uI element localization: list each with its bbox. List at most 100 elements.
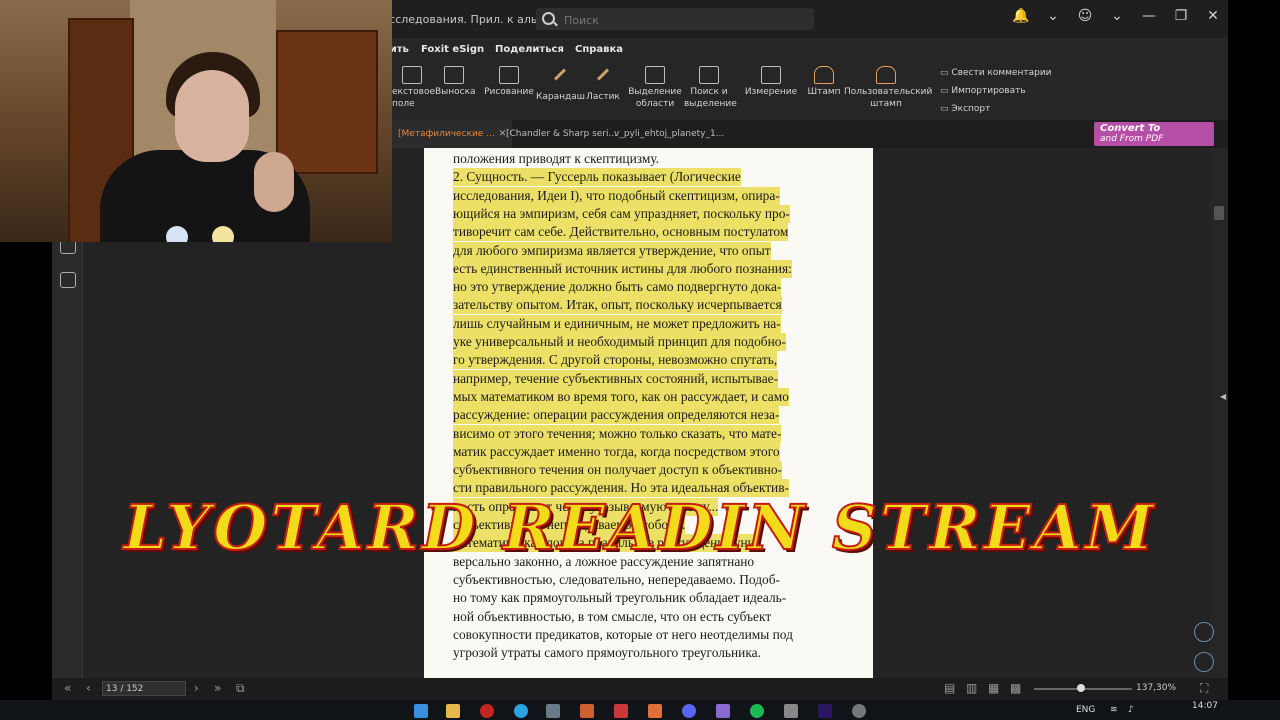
collapse-right-panel-arrow-icon[interactable]: ◀ xyxy=(1220,392,1226,401)
stamp-icon xyxy=(814,66,834,84)
page-text-line[interactable]: зательству опытом. Итак, опыт, поскольку… xyxy=(453,296,782,315)
premiere-icon[interactable] xyxy=(818,704,832,718)
page-text-line[interactable]: 2. Сущность. — Гуссерль показывает (Логи… xyxy=(453,168,741,187)
obs-icon[interactable] xyxy=(852,704,866,718)
ribbon-stamp-button[interactable]: Штамп xyxy=(806,66,842,98)
chat-assistant-icon[interactable] xyxy=(1194,622,1214,642)
page-text-line[interactable]: исследования, Идеи I), что подобный скеп… xyxy=(453,186,780,205)
ribbon-pencil-button[interactable]: Карандаш xyxy=(536,66,585,103)
obsidian-icon[interactable] xyxy=(716,704,730,718)
import-button[interactable]: Импортировать xyxy=(940,82,1052,100)
ribbon-eraser-button[interactable]: Ластик xyxy=(584,66,622,103)
page-text-line[interactable]: лишь случайным и единичным, не может пре… xyxy=(453,314,781,333)
export-button[interactable]: Экспорт xyxy=(940,100,1052,118)
tab-document-3[interactable]: v_pyli_ehtoj_planety_1... xyxy=(608,120,730,148)
restore-button[interactable]: ❐ xyxy=(1172,8,1190,24)
discord-icon[interactable] xyxy=(682,704,696,718)
page-text-line[interactable]: для любого эмпиризма является утверждени… xyxy=(453,241,771,260)
page-text-line[interactable]: но тому как прямоугольный треугольник об… xyxy=(453,589,786,607)
eraser-icon xyxy=(594,73,612,89)
search-input[interactable] xyxy=(562,11,806,29)
zoom-level[interactable]: 137,30% xyxy=(1136,683,1176,693)
page-text-line[interactable]: есть единственный источник истины для лю… xyxy=(453,259,792,278)
next-page-icon[interactable]: › xyxy=(194,681,199,695)
volume-icon[interactable]: ♪ xyxy=(1128,705,1134,715)
page-text-line[interactable]: угрозой утраты самого прямоугольного тре… xyxy=(453,644,761,662)
area-highlight-icon xyxy=(645,66,665,84)
tab-document-1[interactable]: [Метафилические ... ✕ xyxy=(392,120,513,150)
menu-share[interactable]: Поделиться xyxy=(495,44,564,55)
convert-pdf-banner[interactable]: Convert To and From PDF xyxy=(1094,122,1214,146)
webcam-shelf xyxy=(276,30,378,174)
shirt-flower-print xyxy=(166,226,188,242)
webcam-overlay xyxy=(0,0,392,242)
clock-time[interactable]: 14:07 xyxy=(1192,701,1218,711)
page-number-input[interactable]: 13 / 152 xyxy=(102,681,186,696)
page-text-line[interactable]: субъективностью, следовательно, непереда… xyxy=(453,571,780,589)
zoom-slider-handle[interactable] xyxy=(1077,684,1085,692)
continuous-view-icon[interactable]: ▥ xyxy=(966,681,977,695)
first-page-icon[interactable]: « xyxy=(64,681,71,695)
ribbon-drawing-button[interactable]: Рисование xyxy=(482,66,536,98)
search-box[interactable] xyxy=(536,8,814,30)
stream-title-text: LYOTARD READIN STREAM xyxy=(123,490,1157,565)
opera-icon[interactable] xyxy=(480,704,494,718)
ribbon-measure-button[interactable]: Измерение xyxy=(744,66,798,98)
app-icon-orange[interactable] xyxy=(580,704,594,718)
telegram-icon[interactable] xyxy=(514,704,528,718)
page-text-line[interactable]: совокупности предикатов, которые от него… xyxy=(453,626,793,644)
previous-page-icon[interactable]: ‹ xyxy=(86,681,91,695)
pdf-page[interactable]: положения приводят к скептицизму. 2. Сущ… xyxy=(424,148,873,678)
last-page-icon[interactable]: » xyxy=(214,681,221,695)
wifi-icon[interactable]: ≋ xyxy=(1110,705,1118,715)
page-text-line[interactable]: ной объективностью, в том смысле, что он… xyxy=(453,608,771,626)
fullscreen-icon[interactable]: ⛶ xyxy=(1200,681,1208,696)
language-indicator[interactable]: ENG xyxy=(1076,705,1095,715)
app-icon-red[interactable] xyxy=(614,704,628,718)
windows-start-icon[interactable] xyxy=(414,704,428,718)
page-text-line[interactable]: мых математиком во время того, как он ра… xyxy=(453,387,789,406)
file-explorer-icon[interactable] xyxy=(446,704,460,718)
page-text-line[interactable]: уке универсальный и необходимый принцип … xyxy=(453,333,786,351)
app-icon-gray[interactable] xyxy=(784,704,798,718)
page-text-line[interactable]: субъективного течения он получает доступ… xyxy=(453,461,782,480)
ribbon-search-highlight-button[interactable]: Поиск и выделение xyxy=(684,66,737,110)
ribbon-textbox-button[interactable]: екстовое поле xyxy=(392,66,435,110)
custom-stamp-icon xyxy=(876,66,896,84)
page-text-line[interactable]: висимо от этого течения; можно только ск… xyxy=(453,424,782,443)
vertical-scrollbar[interactable] xyxy=(1210,148,1228,678)
close-button[interactable]: ✕ xyxy=(1204,8,1222,24)
ruler-icon xyxy=(761,66,781,84)
facing-view-icon[interactable]: ▦ xyxy=(988,681,999,695)
chevron-down-icon[interactable]: ⌄ xyxy=(1044,8,1062,24)
ribbon-custom-stamp-button[interactable]: Пользовательский штамп xyxy=(844,66,932,110)
steam-icon[interactable] xyxy=(546,704,560,718)
menu-foxit-esign[interactable]: Foxit eSign xyxy=(421,44,484,55)
foxit-pdf-icon[interactable] xyxy=(648,704,662,718)
menu-help[interactable]: Справка xyxy=(575,44,623,55)
page-text-line[interactable]: матик рассуждает именно тогда, когда пос… xyxy=(453,442,780,461)
scrollbar-thumb[interactable] xyxy=(1214,206,1224,220)
account-icon[interactable]: ☺ xyxy=(1076,8,1094,24)
facing-continuous-view-icon[interactable]: ▩ xyxy=(1010,681,1021,695)
view-pages-icon[interactable]: ⧉ xyxy=(236,681,245,696)
spotify-icon[interactable] xyxy=(750,704,764,718)
single-page-view-icon[interactable]: ▤ xyxy=(944,681,955,695)
summarize-comments-button[interactable]: Свести комментарии xyxy=(940,64,1051,82)
chevron-down-icon[interactable]: ⌄ xyxy=(1108,8,1126,24)
tab-document-2[interactable]: [Chandler & Sharp seri... xyxy=(500,120,623,148)
page-text-line[interactable]: но это утверждение должно быть само подв… xyxy=(453,278,782,297)
ribbon-area-highlight-button[interactable]: Выделение области xyxy=(628,66,682,110)
page-text-line[interactable]: положения приводят к скептицизму. xyxy=(453,150,659,168)
page-text-line[interactable]: го утверждения. С другой стороны, невозм… xyxy=(453,351,778,370)
pencil-icon xyxy=(551,73,569,89)
ai-assistant-icon[interactable] xyxy=(1194,652,1214,672)
page-text-line[interactable]: рассуждение: операции рассуждения опреде… xyxy=(453,406,780,425)
ribbon-callout-button[interactable]: Выноска xyxy=(435,66,476,98)
attachment-icon[interactable] xyxy=(60,272,76,288)
notifications-bell-icon[interactable]: 🔔 xyxy=(1012,8,1030,24)
page-text-line[interactable]: тиворечит сам себе. Действительно, основ… xyxy=(453,223,789,242)
page-text-line[interactable]: ющийся на эмпиризм, себя сам упраздняет,… xyxy=(453,204,790,223)
minimize-button[interactable]: — xyxy=(1140,8,1158,24)
page-text-line[interactable]: например, течение субъективных состояний… xyxy=(453,369,779,388)
